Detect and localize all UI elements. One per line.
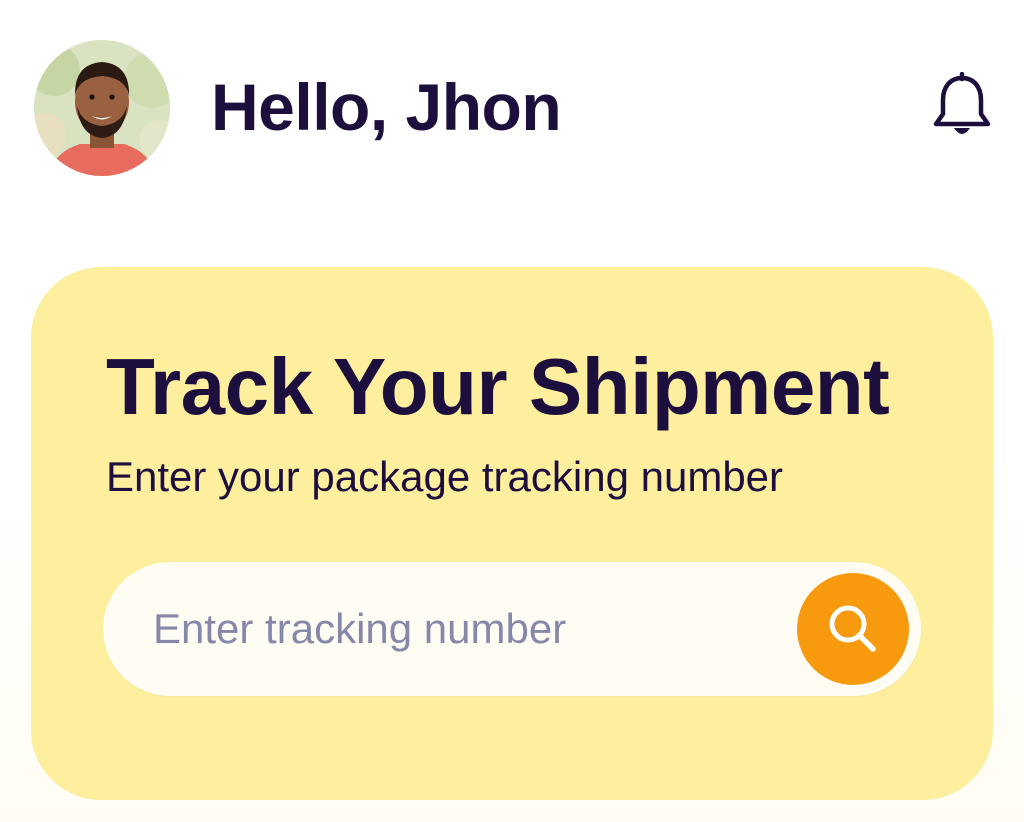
greeting-text: Hello, Jhon	[211, 70, 562, 144]
notification-button[interactable]	[930, 70, 994, 144]
search-icon	[829, 605, 876, 652]
tracking-card: Track Your Shipment Enter your package t…	[31, 267, 993, 800]
app-header: Hello, Jhon	[34, 40, 994, 178]
card-subtitle: Enter your package tracking number	[106, 453, 784, 500]
search-button[interactable]	[797, 573, 909, 685]
tracking-number-input[interactable]	[153, 592, 773, 666]
avatar[interactable]	[34, 40, 170, 176]
bell-icon	[933, 72, 991, 134]
tracking-search-bar	[103, 562, 921, 696]
card-title: Track Your Shipment	[106, 342, 890, 431]
user-avatar-image	[34, 40, 170, 176]
